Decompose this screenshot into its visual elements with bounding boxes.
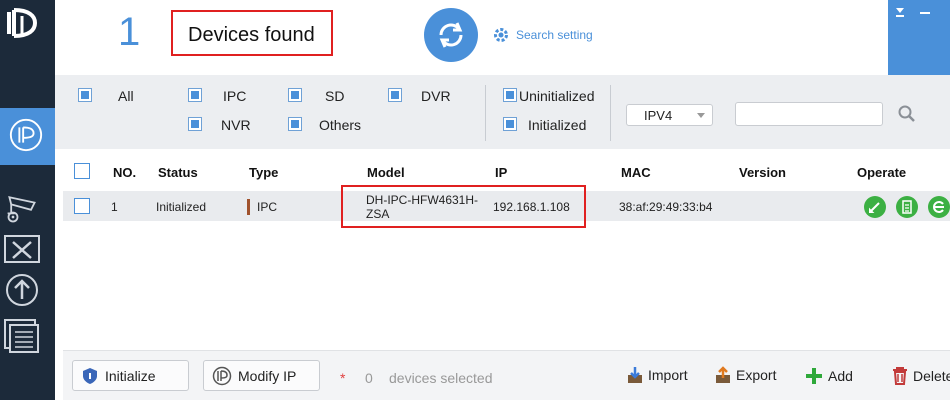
filter-sd-label: SD — [325, 88, 345, 104]
document-icon[interactable] — [4, 318, 40, 354]
delete-label: Delete — [913, 368, 950, 384]
sidebar — [0, 0, 55, 400]
tools-icon[interactable] — [4, 232, 40, 268]
row-status: Initialized — [156, 200, 207, 214]
export-button[interactable]: Export — [714, 366, 776, 384]
edit-button[interactable] — [864, 196, 886, 218]
app-logo — [5, 6, 39, 40]
search-setting-link[interactable]: Search setting — [492, 24, 593, 46]
menu-button[interactable] — [888, 0, 950, 75]
refresh-search-button[interactable] — [424, 8, 478, 62]
add-label: Add — [828, 368, 853, 384]
add-button[interactable]: Add — [804, 366, 853, 386]
ip-version-value: IPV4 — [644, 107, 673, 123]
column-header-mac: MAC — [621, 165, 651, 180]
filter-dvr-label: DVR — [421, 88, 451, 104]
column-header-status: Status — [158, 165, 198, 180]
ip-config-icon — [212, 366, 232, 385]
row-mac: 38:af:29:49:33:b4 — [619, 200, 713, 214]
selected-count: 0 — [365, 370, 373, 386]
filter-initialized-checkbox[interactable] — [503, 117, 517, 131]
web-browser-icon — [933, 201, 944, 213]
filter-sd-checkbox[interactable] — [288, 88, 302, 102]
search-input[interactable] — [735, 102, 883, 126]
import-icon — [628, 367, 642, 383]
filter-uninitialized-label: Uninitialized — [519, 88, 595, 104]
modify-ip-button[interactable]: Modify IP — [203, 360, 320, 391]
device-count: 1 — [118, 10, 141, 54]
delete-button[interactable]: Delete — [891, 366, 950, 386]
menu-icon — [896, 8, 930, 17]
filter-others-checkbox[interactable] — [288, 117, 302, 131]
column-header-operate: Operate — [857, 165, 907, 180]
filter-all-checkbox[interactable] — [78, 88, 92, 102]
filter-nvr-checkbox[interactable] — [188, 117, 202, 131]
open-web-button[interactable] — [928, 196, 950, 218]
filter-all-label: All — [118, 88, 134, 104]
select-all-checkbox[interactable] — [74, 163, 90, 179]
import-button[interactable]: Import — [626, 366, 688, 384]
search-button[interactable] — [897, 104, 917, 124]
sidebar-item-ip-config[interactable] — [0, 108, 55, 165]
column-header-model: Model — [367, 165, 405, 180]
filter-uninitialized-checkbox[interactable] — [503, 88, 517, 102]
initialize-label: Initialize — [105, 367, 156, 384]
plus-icon — [806, 368, 822, 384]
export-label: Export — [736, 367, 777, 383]
details-button[interactable] — [896, 196, 918, 218]
search-icon — [898, 105, 915, 122]
filter-nvr-label: NVR — [221, 117, 251, 133]
row-type: IPC — [257, 200, 278, 214]
model-ip-highlight-box — [341, 185, 586, 228]
trash-icon — [893, 367, 907, 385]
devices-found-label: Devices found — [188, 24, 315, 46]
type-color-bar — [247, 199, 250, 215]
ip-version-select[interactable]: IPV4 — [626, 104, 713, 126]
column-header-version: Version — [739, 165, 786, 180]
chevron-down-icon — [697, 113, 705, 118]
column-header-type: Type — [249, 165, 279, 180]
ip-config-icon — [9, 118, 43, 152]
shield-icon — [83, 367, 97, 384]
required-star: * — [340, 370, 346, 386]
filter-divider — [485, 85, 486, 141]
filter-divider — [610, 85, 611, 141]
import-label: Import — [648, 367, 688, 383]
column-header-ip: IP — [495, 165, 508, 180]
export-icon — [716, 366, 730, 383]
filter-initialized-label: Initialized — [528, 117, 587, 133]
camera-settings-icon[interactable] — [4, 190, 40, 226]
modify-ip-label: Modify IP — [238, 367, 297, 384]
upgrade-icon[interactable] — [4, 272, 40, 308]
filter-ipc-label: IPC — [223, 88, 247, 104]
row-no: 1 — [111, 200, 118, 214]
filter-others-label: Others — [319, 117, 362, 133]
edit-icon — [869, 202, 880, 213]
search-setting-label: Search setting — [516, 28, 593, 42]
column-header-no: NO. — [113, 165, 137, 180]
refresh-icon — [439, 22, 463, 48]
details-icon — [902, 200, 912, 214]
selected-text: devices selected — [389, 370, 493, 386]
row-checkbox[interactable] — [74, 198, 90, 214]
initialize-button[interactable]: Initialize — [72, 360, 189, 391]
device-table — [63, 151, 950, 347]
filter-dvr-checkbox[interactable] — [388, 88, 402, 102]
gear-icon — [494, 28, 508, 42]
filter-ipc-checkbox[interactable] — [188, 88, 202, 102]
